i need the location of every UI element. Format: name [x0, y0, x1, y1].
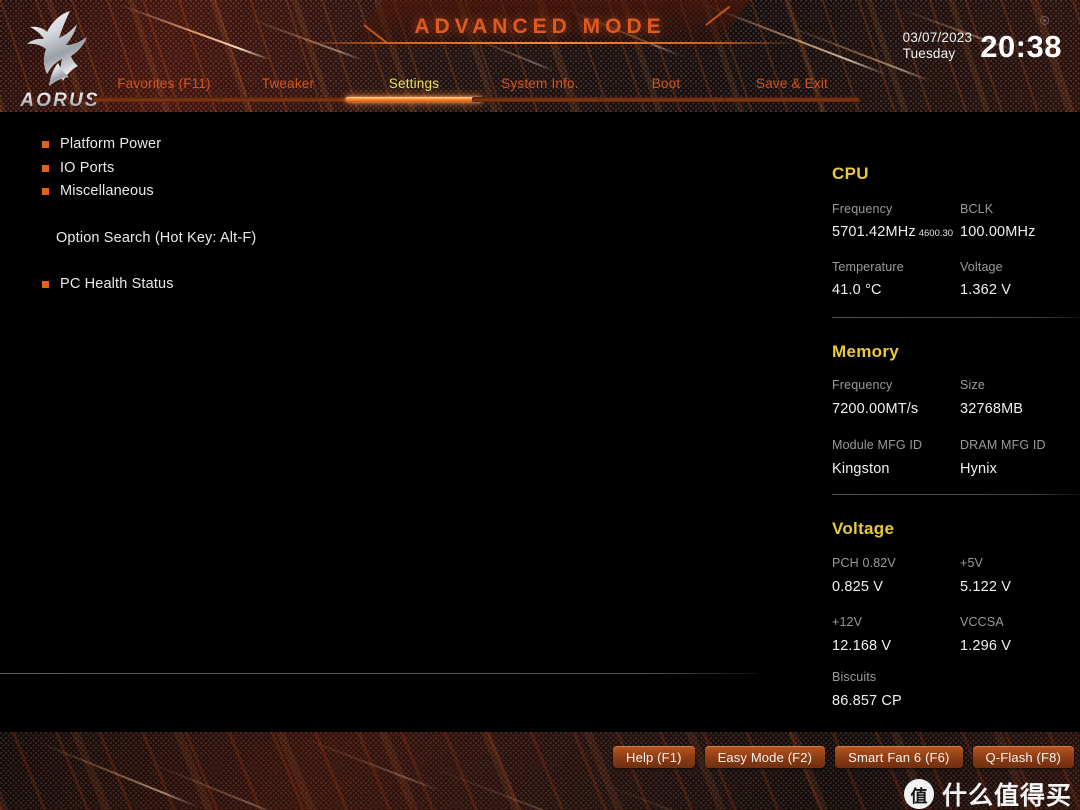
tab-underline: [598, 97, 734, 102]
system-time: 20:38: [980, 29, 1062, 64]
hw-label: +5V: [960, 556, 984, 570]
fn-button-help-f1[interactable]: Help (F1): [613, 746, 695, 768]
hw-section-title-memory: Memory: [832, 342, 899, 361]
hw-label: BCLK: [960, 202, 994, 216]
tab-save-exit[interactable]: Save & Exit: [724, 76, 860, 102]
hw-label: Frequency: [832, 202, 893, 216]
hw-section-divider: [832, 494, 1080, 495]
hw-label: Module MFG ID: [832, 438, 923, 452]
system-weekday: Tuesday: [902, 46, 956, 62]
hw-value: 5701.42MHz 4600.30: [832, 224, 954, 240]
tab-underline: [92, 97, 236, 102]
hw-label: Size: [960, 378, 985, 392]
tab-label: Favorites (F11): [117, 76, 211, 91]
tab-system-info[interactable]: System Info.: [472, 76, 608, 102]
hw-label: Temperature: [832, 260, 904, 274]
watermark: 值 什么值得买: [903, 776, 1072, 810]
system-clock: 03/07/2023 Tuesday 20:38: [903, 27, 1062, 63]
option-search-entry[interactable]: Option Search (Hot Key: Alt-F): [56, 230, 256, 246]
function-key-bar: Help (F1) Easy Mode (F2) Smart Fan 6 (F6) Q…: [0, 732, 1080, 810]
hw-label: PCH 0.82V: [832, 556, 896, 570]
hw-value-sub: 4600.30: [918, 228, 954, 239]
hw-value: 1.296 V: [960, 638, 1012, 654]
system-date-block: 03/07/2023 Tuesday: [903, 27, 973, 63]
hw-section-divider: [832, 317, 1080, 318]
hw-value: 86.857 CP: [832, 693, 902, 709]
function-buttons: Help (F1) Easy Mode (F2) Smart Fan 6 (F6) Q…: [613, 746, 1074, 768]
tab-underline: [346, 97, 482, 102]
tab-tweaker[interactable]: Tweaker: [220, 76, 356, 102]
hw-value: 0.825 V: [832, 579, 884, 595]
bullet-square-icon: [42, 187, 49, 195]
fn-button-smart-fan-6-f6[interactable]: Smart Fan 6 (F6): [835, 746, 963, 768]
tab-underline: [724, 97, 860, 102]
hw-value: 12.168 V: [832, 638, 892, 654]
hw-value: 1.362 V: [960, 282, 1012, 298]
bullet-square-icon: [42, 280, 49, 288]
hw-section-title-cpu: CPU: [832, 164, 869, 183]
hw-label: Voltage: [960, 260, 1003, 274]
fn-button-q-flash-f8[interactable]: Q-Flash (F8): [972, 746, 1074, 768]
registered-mark-icon: [1040, 16, 1049, 25]
banner-underline: [300, 42, 800, 44]
fn-button-easy-mode-f2[interactable]: Easy Mode (F2): [704, 746, 826, 768]
system-date: 03/07/2023: [902, 30, 973, 45]
hw-label: +12V: [832, 615, 863, 629]
menu-item-platform-power[interactable]: Platform Power: [42, 136, 161, 152]
bullet-square-icon: [42, 164, 49, 172]
tab-label: Settings: [388, 76, 440, 91]
menu-item-label: Platform Power: [60, 136, 162, 152]
watermark-badge-icon: 值: [903, 779, 934, 809]
tab-label: Boot: [651, 76, 681, 91]
menu-item-label: PC Health Status: [60, 276, 174, 292]
hw-label: Biscuits: [832, 670, 877, 684]
tab-label: Tweaker: [261, 76, 315, 91]
tab-label: Save & Exit: [756, 76, 828, 91]
hw-section-title-voltage: Voltage: [832, 519, 895, 538]
bios-header: AORUS ADVANCED MODE 03/07/2023 Tuesday 2…: [0, 0, 1080, 112]
tab-boot[interactable]: Boot: [598, 76, 734, 102]
menu-item-pc-health-status[interactable]: PC Health Status: [42, 276, 174, 292]
watermark-text: 什么值得买: [941, 781, 1072, 810]
settings-menu-panel: Platform Power IO Ports Miscellaneous Optio…: [0, 112, 800, 732]
content-divider: [0, 673, 757, 674]
tab-underline: [220, 97, 356, 102]
hw-label: DRAM MFG ID: [960, 438, 1046, 452]
tab-settings[interactable]: Settings: [346, 76, 482, 102]
hw-label: Frequency: [832, 378, 893, 392]
hw-value: 100.00MHz: [960, 224, 1036, 240]
hw-value: 32768MB: [960, 401, 1024, 417]
menu-item-miscellaneous[interactable]: Miscellaneous: [42, 183, 154, 199]
menu-item-label: Miscellaneous: [60, 183, 154, 199]
bullet-square-icon: [42, 140, 49, 148]
hw-value: 41.0 °C: [832, 282, 882, 298]
hw-value: Hynix: [960, 461, 998, 477]
hw-value: Kingston: [832, 461, 890, 477]
menu-item-io-ports[interactable]: IO Ports: [42, 160, 114, 176]
tab-underline: [472, 97, 608, 102]
menu-item-label: IO Ports: [60, 160, 115, 176]
hw-label: VCCSA: [960, 615, 1004, 629]
hw-value: 7200.00MT/s: [832, 401, 919, 417]
main-nav-tabs: Favorites (F11) Tweaker Settings System Inf…: [0, 76, 1080, 112]
tab-favorites-f11[interactable]: Favorites (F11): [92, 76, 236, 102]
tab-label: System Info.: [501, 76, 579, 91]
hw-value: 5.122 V: [960, 579, 1012, 595]
